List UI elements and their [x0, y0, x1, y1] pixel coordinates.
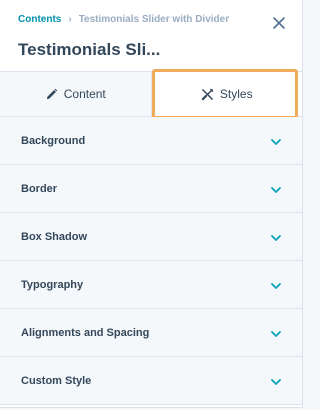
section-custom-style[interactable]: Custom Style	[0, 357, 302, 405]
section-label: Custom Style	[21, 374, 92, 387]
section-background[interactable]: Background	[0, 117, 302, 165]
chevron-down-icon	[271, 186, 281, 193]
paint-tools-icon	[201, 88, 214, 100]
chevron-down-icon	[271, 138, 281, 145]
close-button[interactable]	[270, 14, 288, 32]
tab-styles-label: Styles	[219, 87, 253, 101]
section-typography[interactable]: Typography	[0, 261, 302, 309]
breadcrumb-contents-link[interactable]: Contents	[18, 14, 61, 25]
page-title: Testimonials Sli...	[18, 40, 161, 59]
section-box-shadow[interactable]: Box Shadow	[0, 213, 302, 261]
section-border[interactable]: Border	[0, 165, 302, 213]
chevron-down-icon	[271, 282, 281, 289]
chevron-down-icon	[271, 234, 281, 241]
pencil-icon	[46, 88, 57, 99]
styles-panel: Contents › Testimonials Slider with Divi…	[0, 0, 303, 408]
tab-content[interactable]: Content	[0, 72, 152, 116]
section-label: Box Shadow	[21, 230, 88, 243]
breadcrumb-current: Testimonials Slider with Divider	[78, 14, 230, 25]
chevron-down-icon	[271, 330, 281, 337]
tab-bar: Content Styles	[0, 69, 302, 119]
close-icon	[273, 17, 285, 29]
breadcrumb: Contents › Testimonials Slider with Divi…	[18, 14, 229, 25]
section-label: Typography	[21, 278, 84, 291]
section-label: Alignments and Spacing	[21, 326, 150, 339]
section-label: Border	[21, 182, 58, 195]
tab-styles[interactable]: Styles	[151, 69, 302, 119]
panel-header: Contents › Testimonials Slider with Divi…	[0, 0, 302, 71]
chevron-down-icon	[271, 378, 281, 385]
section-label: Background	[21, 134, 86, 147]
section-alignments-and-spacing[interactable]: Alignments and Spacing	[0, 309, 302, 357]
style-sections: Background Border Box Shadow Typography …	[0, 117, 302, 405]
tab-content-label: Content	[63, 87, 106, 101]
breadcrumb-separator: ›	[68, 14, 72, 25]
